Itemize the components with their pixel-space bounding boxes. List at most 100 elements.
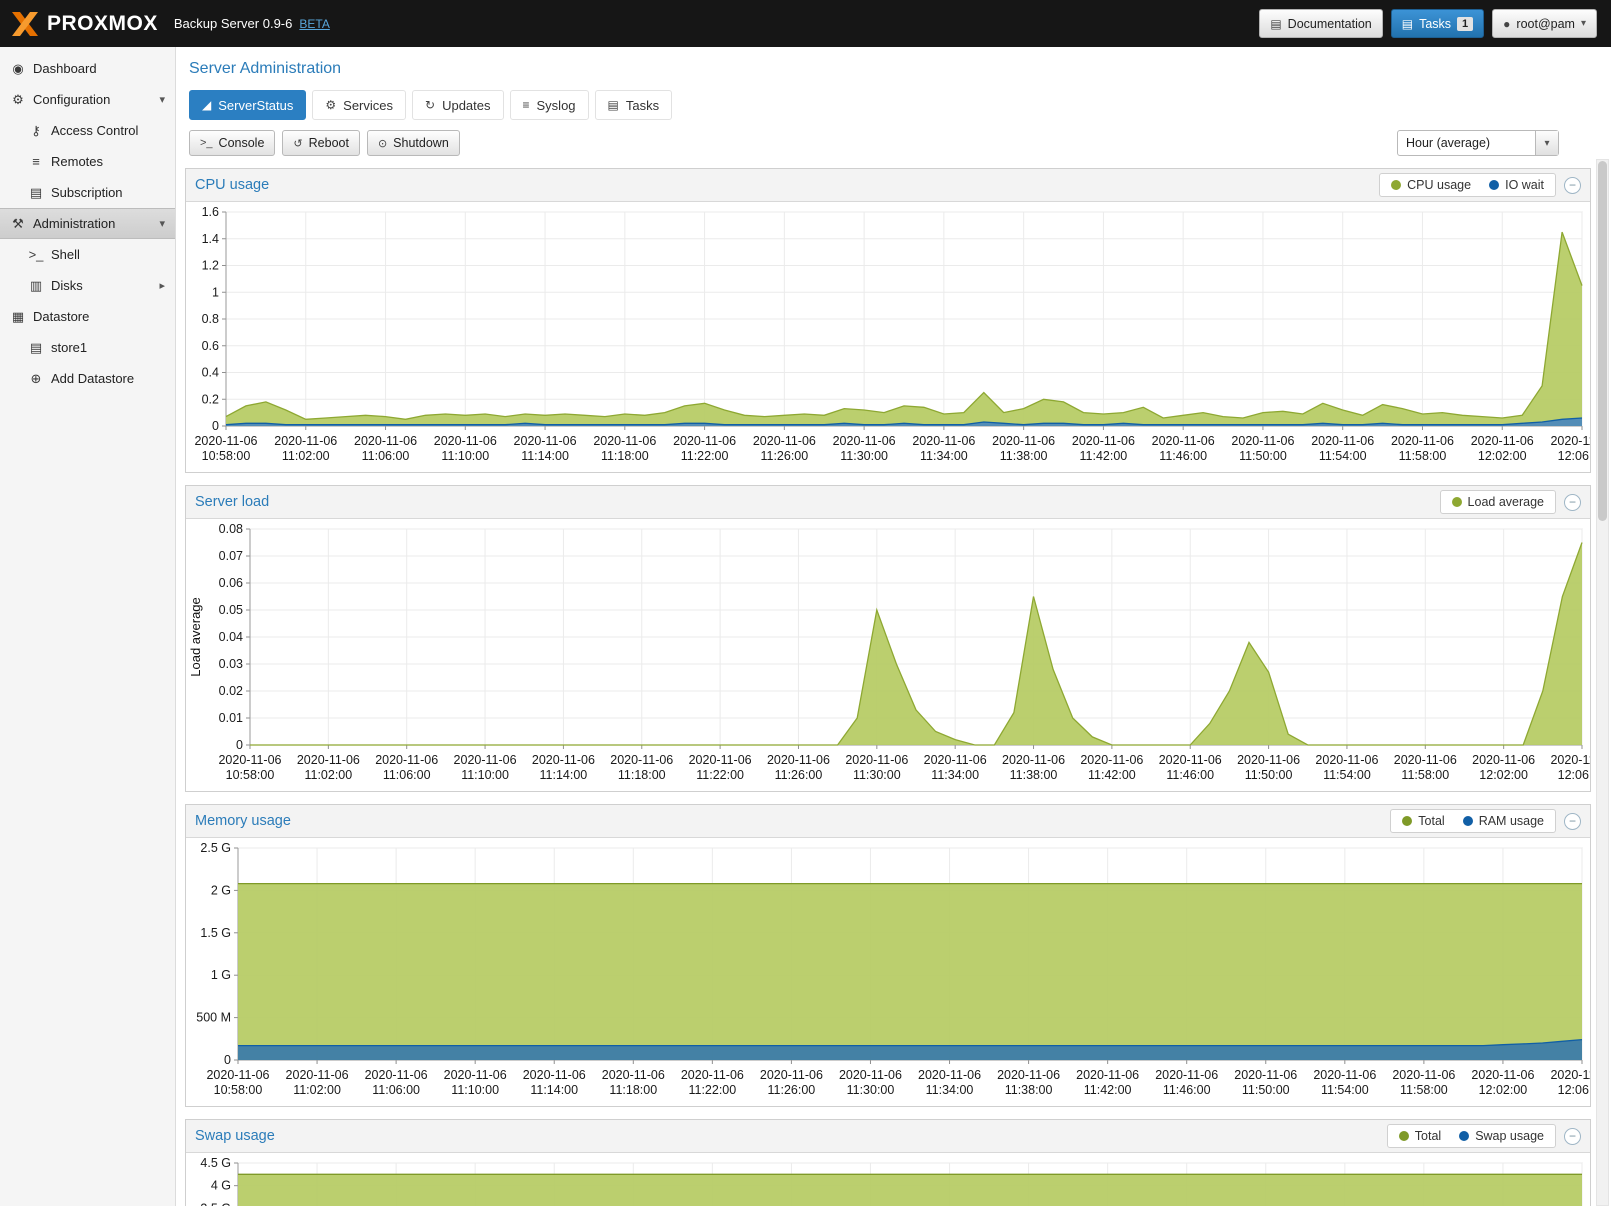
vertical-scrollbar[interactable] — [1596, 159, 1609, 1206]
tab-tasks[interactable]: ▤ Tasks — [595, 90, 673, 120]
svg-text:11:54:00: 11:54:00 — [1323, 768, 1371, 782]
sidebar-item-remotes[interactable]: ≡ Remotes — [0, 146, 175, 177]
tab-services[interactable]: ⚙ Services — [312, 90, 406, 120]
svg-text:11:58:00: 11:58:00 — [1401, 768, 1449, 782]
collapse-button[interactable]: − — [1564, 494, 1581, 511]
panels-container: CPU usage CPU usage IO wait − 2020-11-06… — [185, 168, 1591, 1206]
documentation-button[interactable]: ▤ Documentation — [1259, 9, 1382, 38]
proxmox-logo: PROXMOX — [10, 10, 158, 38]
svg-text:2020-11-06: 2020-11-06 — [593, 434, 656, 448]
gear-icon: ⚙ — [8, 92, 28, 108]
svg-text:11:02:00: 11:02:00 — [304, 768, 352, 782]
svg-text:2020-11-06: 2020-11-06 — [924, 753, 987, 767]
svg-text:2020-11-06: 2020-11-06 — [297, 753, 360, 767]
svg-text:11:46:00: 11:46:00 — [1166, 768, 1214, 782]
scrollbar-thumb[interactable] — [1598, 161, 1607, 521]
svg-text:11:30:00: 11:30:00 — [853, 768, 901, 782]
sidebar-item-label: Add Datastore — [51, 371, 134, 386]
collapse-button[interactable]: − — [1564, 813, 1581, 830]
sidebar-item-disks[interactable]: ▥ Disks ▸ — [0, 270, 175, 301]
svg-text:11:38:00: 11:38:00 — [1000, 449, 1048, 463]
cpu-legend: CPU usage IO wait — [1379, 173, 1556, 197]
legend-dot — [1452, 497, 1462, 507]
sidebar-item-administration[interactable]: ⚒ Administration ▾ — [0, 208, 175, 239]
key-icon: ⚷ — [26, 123, 46, 139]
chevron-down-icon[interactable]: ▾ — [1535, 131, 1558, 155]
svg-text:2020-11-06: 2020-11-06 — [760, 1068, 823, 1082]
svg-text:11:14:00: 11:14:00 — [540, 768, 588, 782]
svg-text:0.2: 0.2 — [202, 392, 219, 406]
svg-text:11:50:00: 11:50:00 — [1242, 1083, 1290, 1097]
svg-text:0.01: 0.01 — [219, 711, 243, 725]
server-load-panel: Server load Load average − 2020-11-0610:… — [185, 485, 1591, 792]
sidebar-item-subscription[interactable]: ▤ Subscription — [0, 177, 175, 208]
svg-text:2020-11-06: 2020-11-06 — [354, 434, 417, 448]
tab-syslog[interactable]: ≡ Syslog — [510, 90, 589, 120]
timeframe-select[interactable]: Hour (average) ▾ — [1397, 130, 1559, 156]
legend-item-ram-usage[interactable]: RAM usage — [1454, 814, 1553, 828]
svg-text:2020-11-06: 2020-11-06 — [218, 753, 281, 767]
svg-text:11:46:00: 11:46:00 — [1159, 449, 1207, 463]
sidebar-item-label: Dashboard — [33, 61, 97, 76]
svg-text:2020-11-06: 2020-11-06 — [602, 1068, 665, 1082]
legend-item-cpu-usage[interactable]: CPU usage — [1382, 178, 1480, 192]
svg-text:2020-11-06: 2020-11-06 — [1471, 1068, 1534, 1082]
console-button[interactable]: >_ Console — [189, 130, 275, 156]
legend-label: IO wait — [1505, 178, 1544, 192]
user-menu-button[interactable]: ● root@pam ▾ — [1492, 9, 1597, 38]
sidebar-item-store1[interactable]: ▤ store1 — [0, 332, 175, 363]
svg-text:11:30:00: 11:30:00 — [847, 1083, 895, 1097]
tab-serverstatus[interactable]: ◢ ServerStatus — [189, 90, 306, 120]
sidebar-item-add-datastore[interactable]: ⊕ Add Datastore — [0, 363, 175, 394]
legend-label: Swap usage — [1475, 1129, 1544, 1143]
sidebar-item-shell[interactable]: >_ Shell — [0, 239, 175, 270]
cogs-icon: ⚙ — [325, 98, 336, 112]
tab-updates[interactable]: ↻ Updates — [412, 90, 503, 120]
sidebar-item-dashboard[interactable]: ◉ Dashboard — [0, 53, 175, 84]
swap-usage-panel: Swap usage Total Swap usage − 2020-11-06… — [185, 1119, 1591, 1206]
legend-item-swap-usage[interactable]: Swap usage — [1450, 1129, 1553, 1143]
svg-text:2020-11-06: 2020-11-06 — [753, 434, 816, 448]
beta-link[interactable]: BETA — [299, 17, 329, 31]
sidebar-item-datastore[interactable]: ▦ Datastore — [0, 301, 175, 332]
refresh-icon: ↻ — [425, 98, 435, 112]
tab-label: Tasks — [626, 98, 659, 113]
tasks-button[interactable]: ▤ Tasks 1 — [1391, 9, 1484, 38]
svg-text:2020-11-06: 2020-11-06 — [689, 753, 752, 767]
svg-text:11:10:00: 11:10:00 — [461, 768, 509, 782]
svg-text:12:06:00: 12:06:00 — [1558, 449, 1590, 463]
toolbar: >_ Console ↺ Reboot ⊙ Shutdown Hour (ave… — [189, 130, 1599, 156]
cpu-usage-panel: CPU usage CPU usage IO wait − 2020-11-06… — [185, 168, 1591, 473]
svg-text:2020-11-06: 2020-11-06 — [1237, 753, 1300, 767]
svg-text:3.5 G: 3.5 G — [200, 1201, 231, 1206]
collapse-button[interactable]: − — [1564, 177, 1581, 194]
legend-item-load-average[interactable]: Load average — [1443, 495, 1553, 509]
svg-text:11:10:00: 11:10:00 — [451, 1083, 499, 1097]
legend-dot — [1399, 1131, 1409, 1141]
legend-item-total[interactable]: Total — [1393, 814, 1453, 828]
svg-text:11:22:00: 11:22:00 — [681, 449, 729, 463]
svg-text:11:42:00: 11:42:00 — [1088, 768, 1136, 782]
shutdown-button[interactable]: ⊙ Shutdown — [367, 130, 460, 156]
reboot-button[interactable]: ↺ Reboot — [282, 130, 360, 156]
panel-header: Swap usage Total Swap usage − — [186, 1120, 1590, 1153]
svg-text:2020-11-06: 2020-11-06 — [365, 1068, 428, 1082]
svg-text:11:18:00: 11:18:00 — [609, 1083, 657, 1097]
svg-text:0.07: 0.07 — [219, 549, 243, 563]
tab-bar: ◢ ServerStatus ⚙ Services ↻ Updates ≡ Sy… — [189, 90, 1611, 120]
svg-text:11:50:00: 11:50:00 — [1239, 449, 1287, 463]
svg-text:11:14:00: 11:14:00 — [530, 1083, 578, 1097]
legend-label: Load average — [1468, 495, 1544, 509]
tasks-icon: ▤ — [608, 98, 619, 112]
chevron-down-icon: ▾ — [1581, 18, 1586, 29]
sidebar-item-access-control[interactable]: ⚷ Access Control — [0, 115, 175, 146]
svg-text:2020-11-06: 2020-11-06 — [1550, 434, 1590, 448]
sidebar-item-configuration[interactable]: ⚙ Configuration ▾ — [0, 84, 175, 115]
svg-text:11:46:00: 11:46:00 — [1163, 1083, 1211, 1097]
tachometer-icon: ◉ — [8, 61, 28, 77]
legend-item-total[interactable]: Total — [1390, 1129, 1450, 1143]
collapse-button[interactable]: − — [1564, 1128, 1581, 1145]
legend-label: RAM usage — [1479, 814, 1544, 828]
panel-title: CPU usage — [195, 177, 1379, 193]
legend-item-io-wait[interactable]: IO wait — [1480, 178, 1553, 192]
